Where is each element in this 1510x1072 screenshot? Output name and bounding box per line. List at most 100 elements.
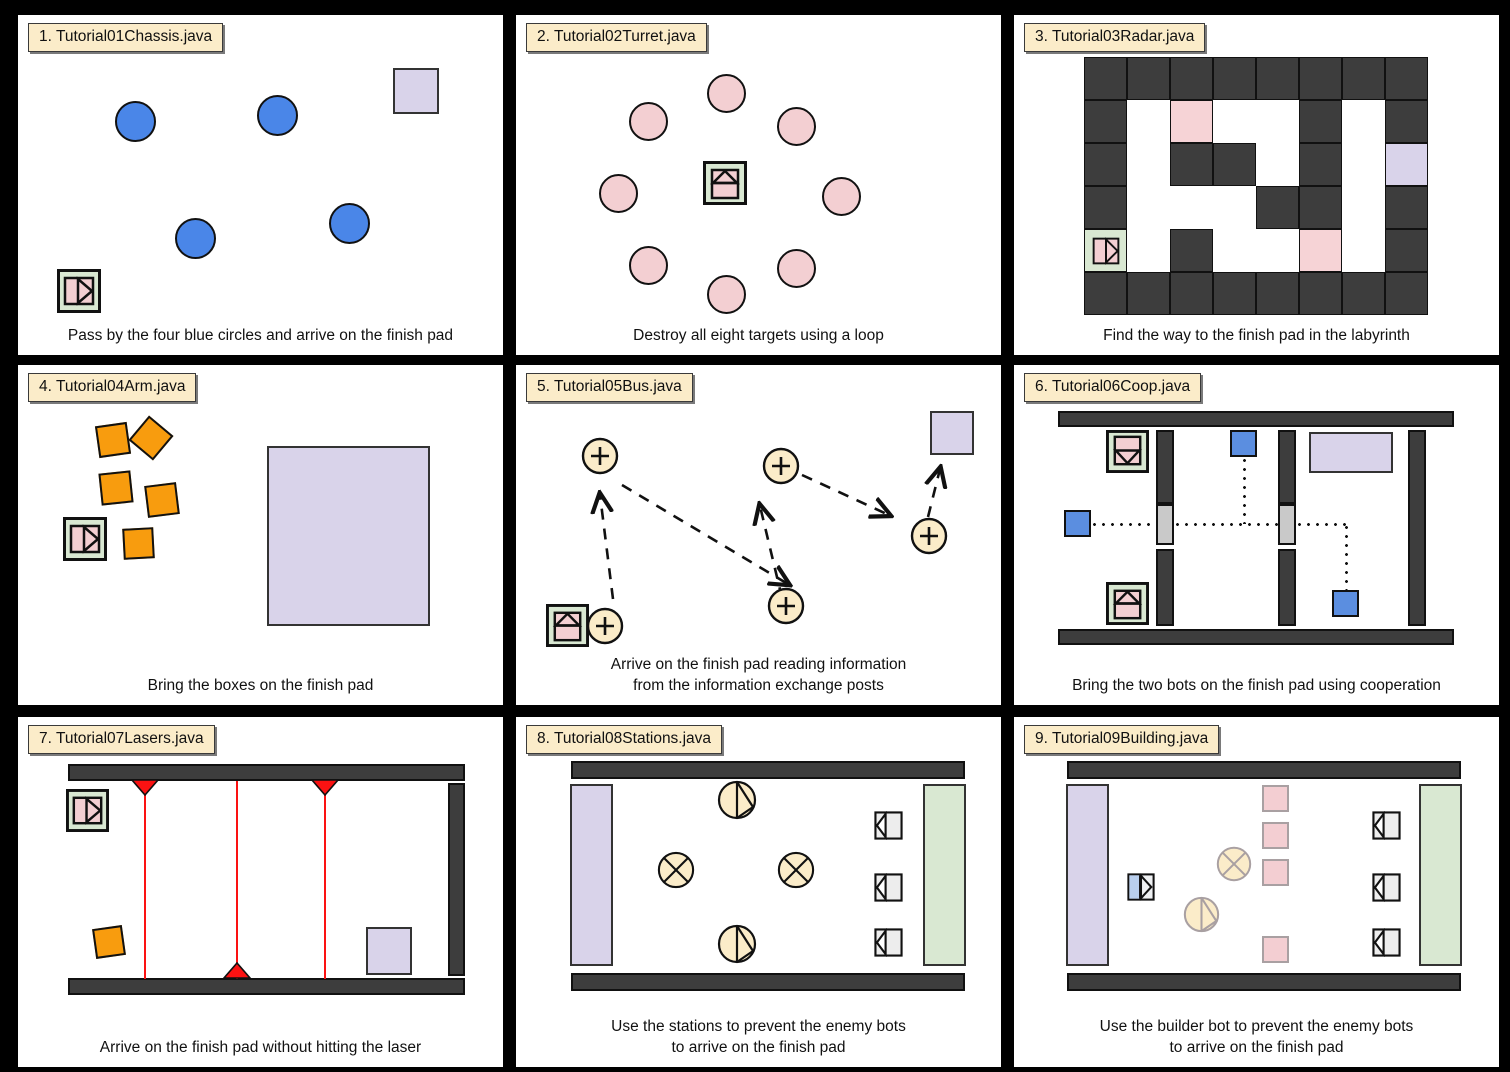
station-half-icon[interactable] [717,780,757,825]
station-half-icon[interactable] [1183,896,1220,938]
wall-icon [1156,430,1174,504]
panel-tutorial09-building[interactable]: 9. Tutorial09Building.java Use the build… [1014,717,1499,1067]
station-cross-icon[interactable] [1216,846,1252,887]
open-cell [1256,100,1299,143]
pink-target-icon [777,107,816,146]
panel-title-7: 7. Tutorial07Lasers.java [28,725,215,754]
dashed-arrow-icon [760,506,784,599]
open-cell [1170,186,1213,229]
bot-chassis-icon[interactable] [66,789,109,832]
laser-emitter-icon [223,962,251,979]
panel-title-4: 4. Tutorial04Arm.java [28,373,197,402]
switch-link-line [1173,523,1280,526]
wall-cell-icon [1385,272,1428,315]
panel-4-stage [18,399,503,667]
station-cross-icon[interactable] [777,851,815,894]
wall-cell-icon [1385,186,1428,229]
bot-down-icon[interactable] [1106,430,1149,473]
panel-tutorial08-stations[interactable]: 8. Tutorial08Stations.java Use the stati… [516,717,1001,1067]
bot-chassis-icon[interactable] [1084,229,1127,272]
panel-3-stage [1014,49,1499,317]
orange-box-icon [122,527,155,560]
wall-cell-icon [1299,272,1342,315]
sliding-door-icon[interactable] [1156,504,1174,545]
wall-icon [571,973,965,991]
finish-pad-icon [1309,432,1393,473]
panel-7-stage [18,751,503,1029]
open-cell [1342,100,1385,143]
finish-pad-icon[interactable] [1385,143,1428,186]
pink-target-icon [599,174,638,213]
orange-box-icon [98,470,134,506]
finish-pad-icon [923,784,966,966]
switch-link-line [1243,456,1246,524]
dashed-arrow-icon [621,483,788,584]
wall-icon [1278,430,1296,504]
wall-cell-icon [1299,143,1342,186]
bot-turret-icon[interactable] [546,604,589,647]
enemy-bot-icon[interactable] [1372,872,1401,907]
panel-tutorial06-coop[interactable]: 6. Tutorial06Coop.java Bring the two bot… [1014,365,1499,705]
panel-8-stage [516,751,1001,1029]
wall-cell-icon [1385,100,1428,143]
panel-caption-8-line1: Use the stations to prevent the enemy bo… [611,1018,906,1036]
open-cell [1127,100,1170,143]
finish-pad-icon [366,927,412,975]
info-post-icon[interactable] [581,437,619,480]
pink-pad-cell [1170,100,1213,143]
panel-title-5: 5. Tutorial05Bus.java [526,373,693,402]
open-cell [1256,229,1299,272]
blue-switch-icon[interactable] [1230,430,1257,457]
panel-tutorial01-chassis[interactable]: 1. Tutorial01Chassis.java Pass by the fo… [18,15,503,355]
pink-target-icon [629,246,668,285]
enemy-bot-icon[interactable] [1372,927,1401,962]
wall-cell-icon [1213,143,1256,186]
bot-turret-icon[interactable] [703,161,747,205]
panel-caption-5-line2: from the information exchange posts [633,677,884,695]
info-post-icon[interactable] [767,587,805,630]
orange-box-icon [92,925,126,959]
enemy-bot-icon[interactable] [874,810,903,845]
enemy-bot-icon[interactable] [1372,810,1401,845]
wall-icon [1067,973,1461,991]
panel-tutorial07-lasers[interactable]: 7. Tutorial07Lasers.java Arrive on the f… [18,717,503,1067]
wall-cell-icon [1385,57,1428,100]
info-post-icon[interactable] [586,607,624,650]
wall-cell-icon [1084,143,1127,186]
finish-pad-icon [267,446,430,626]
open-cell [1342,186,1385,229]
enemy-bot-icon[interactable] [874,927,903,962]
wall-icon [1278,549,1296,626]
info-post-icon[interactable] [910,517,948,560]
sliding-door-icon[interactable] [1278,504,1296,545]
bot-chassis-icon[interactable] [57,269,101,313]
wall-cell-icon [1084,186,1127,229]
info-post-icon[interactable] [762,447,800,490]
panel-tutorial03-radar[interactable]: 3. Tutorial03Radar.java Find the way to … [1014,15,1499,355]
wall-cell-icon [1385,229,1428,272]
enemy-bot-icon[interactable] [874,872,903,907]
builder-bot-icon[interactable] [1127,873,1155,901]
panel-tutorial05-bus[interactable]: 5. Tutorial05Bus.java Arrive on the fini… [516,365,1001,705]
finish-pad-icon [930,411,974,455]
blue-switch-icon[interactable] [1332,590,1359,617]
station-cross-icon[interactable] [657,851,695,894]
panel-caption-6: Bring the two bots on the finish pad usi… [1072,677,1441,695]
switch-link-line [1295,523,1346,526]
wall-cell-icon [1256,272,1299,315]
wall-icon [68,978,465,995]
station-half-icon[interactable] [717,924,757,969]
laser-emitter-icon [311,779,339,796]
wall-cell-icon [1170,57,1213,100]
bot-up-icon[interactable] [1106,582,1149,625]
panel-tutorial02-turret[interactable]: 2. Tutorial02Turret.java Destroy all eig… [516,15,1001,355]
laser-beam [236,781,238,979]
pink-target-icon [707,275,746,314]
laser-emitter-icon [131,779,159,796]
bot-chassis-icon[interactable] [63,517,107,561]
laser-beam [324,781,326,979]
start-pad-icon [1066,784,1109,966]
pink-target-icon [822,177,861,216]
panel-tutorial04-arm[interactable]: 4. Tutorial04Arm.java Bring the boxes on… [18,365,503,705]
blue-switch-icon[interactable] [1064,510,1091,537]
